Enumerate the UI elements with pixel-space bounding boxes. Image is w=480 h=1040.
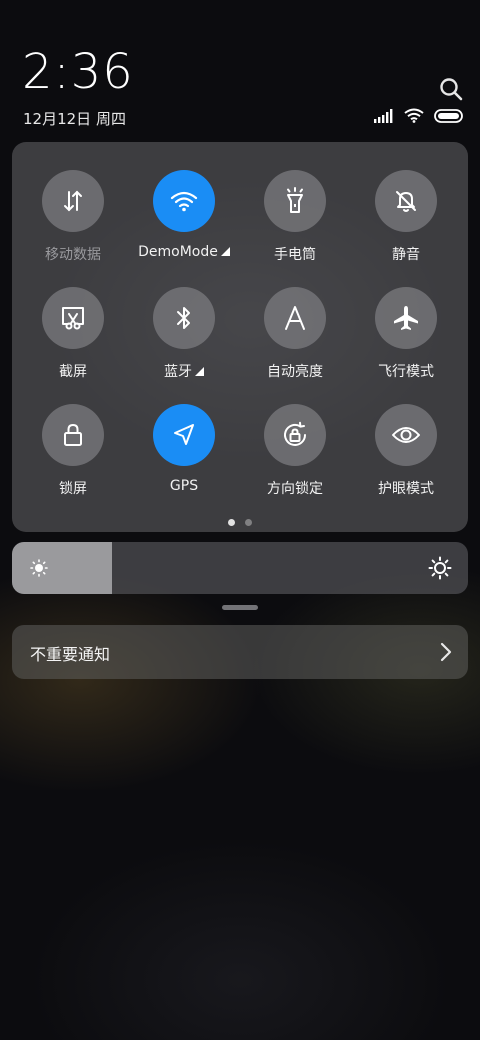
quick-tile-label: GPS: [129, 478, 239, 494]
search-icon[interactable]: [438, 76, 464, 102]
quick-tile-label-text: 移动数据: [45, 247, 101, 263]
flashlight-icon[interactable]: [264, 170, 326, 232]
chevron-right-icon: [440, 642, 452, 666]
quick-tile-auto-brightness[interactable]: 自动亮度: [240, 287, 350, 387]
notification-shade: 2:36 12月12日 周四 移动数据 DemoMode 手电筒 静音 截屏 蓝…: [0, 0, 480, 1040]
quick-tile-bluetooth[interactable]: 蓝牙: [129, 287, 239, 387]
brightness-slider[interactable]: [12, 542, 468, 594]
quick-tile-label: 移动数据: [18, 244, 128, 264]
battery-icon: [434, 108, 464, 127]
expand-menu-triangle-icon[interactable]: [220, 247, 230, 256]
brightness-low-icon: [30, 559, 48, 581]
quick-tile-label: 护眼模式: [351, 478, 461, 498]
quick-tile-label-text: 锁屏: [59, 481, 87, 497]
quick-tile-eye[interactable]: 护眼模式: [351, 404, 461, 504]
page-indicator: [12, 519, 468, 526]
quick-tile-location-arrow[interactable]: GPS: [129, 404, 239, 504]
quick-tile-label: DemoMode: [129, 244, 239, 260]
brightness-level-fill: [12, 542, 113, 594]
quick-tile-rotation-lock[interactable]: 方向锁定: [240, 404, 350, 504]
clock-time: 2:36: [22, 44, 134, 100]
quick-tile-label-text: 自动亮度: [267, 364, 323, 380]
unimportant-notifications-card[interactable]: 不重要通知: [12, 625, 468, 679]
quick-tile-label: 静音: [351, 244, 461, 264]
quick-tile-label: 截屏: [18, 361, 128, 381]
quick-tile-label: 飞行模式: [351, 361, 461, 381]
expand-menu-triangle-icon[interactable]: [195, 367, 204, 376]
bell-off-icon[interactable]: [375, 170, 437, 232]
quick-tile-label: 锁屏: [18, 478, 128, 498]
eye-icon[interactable]: [375, 404, 437, 466]
screenshot-icon[interactable]: [42, 287, 104, 349]
page-dot: [228, 519, 235, 526]
quick-tile-label-text: 护眼模式: [378, 481, 434, 497]
date-label: 12月12日 周四: [23, 110, 126, 128]
quick-tile-wifi[interactable]: DemoMode: [129, 170, 239, 270]
location-arrow-icon[interactable]: [153, 404, 215, 466]
quick-tile-label-text: 飞行模式: [378, 364, 434, 380]
quick-tile-screenshot[interactable]: 截屏: [18, 287, 128, 387]
quick-tile-lock[interactable]: 锁屏: [18, 404, 128, 504]
unimportant-notifications-label: 不重要通知: [30, 645, 111, 664]
rotation-lock-icon[interactable]: [264, 404, 326, 466]
quick-tile-flashlight[interactable]: 手电筒: [240, 170, 350, 270]
wifi-icon[interactable]: [153, 170, 215, 232]
airplane-icon[interactable]: [375, 287, 437, 349]
quick-tile-label: 自动亮度: [240, 361, 350, 381]
quick-tile-mobile-data[interactable]: 移动数据: [18, 170, 128, 270]
shade-drag-handle[interactable]: [222, 605, 258, 610]
bluetooth-icon[interactable]: [153, 287, 215, 349]
quick-tile-label: 蓝牙: [129, 361, 239, 381]
quick-tile-label-text: 蓝牙: [164, 364, 192, 380]
quick-tile-label: 手电筒: [240, 244, 350, 264]
quick-tile-label-text: 截屏: [59, 364, 87, 380]
quick-settings-panel: 移动数据 DemoMode 手电筒 静音截屏 蓝牙 自动亮度 飞行模式锁屏 GPS 方向锁定 护眼…: [12, 142, 468, 532]
brightness-high-icon: [428, 556, 452, 584]
quick-tile-label-text: 手电筒: [274, 247, 316, 263]
quick-tile-label-text: DemoMode: [138, 244, 218, 260]
quick-tile-label-text: GPS: [169, 478, 199, 494]
quick-tile-label-text: 方向锁定: [267, 481, 323, 497]
status-bar-icons: [374, 108, 464, 126]
lock-icon[interactable]: [42, 404, 104, 466]
quick-tile-bell-off[interactable]: 静音: [351, 170, 461, 270]
signal-bars-icon: [374, 108, 394, 127]
quick-tile-airplane[interactable]: 飞行模式: [351, 287, 461, 387]
quick-tile-label-text: 静音: [392, 247, 420, 263]
wifi-icon: [404, 108, 424, 127]
auto-brightness-icon[interactable]: [264, 287, 326, 349]
page-dot: [245, 519, 252, 526]
quick-tile-label: 方向锁定: [240, 478, 350, 498]
mobile-data-icon[interactable]: [42, 170, 104, 232]
